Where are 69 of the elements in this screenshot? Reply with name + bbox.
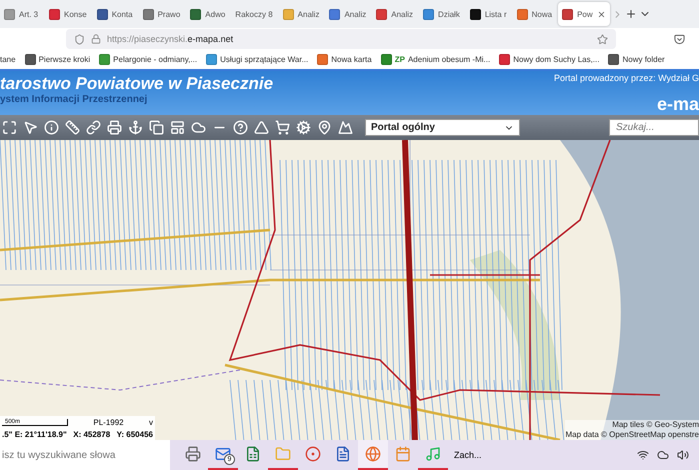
browser-tab[interactable]: Prawo [138,2,184,26]
bookmark[interactable]: tane [0,55,16,64]
attribution-text: Map data © OpenStreetMap openstre [565,430,699,440]
weather-widget[interactable]: Zach... [454,450,482,460]
browser-tab[interactable]: Analiz [325,2,370,26]
browser-tab[interactable]: Pow [558,2,610,26]
browser-tab[interactable]: Nowa [512,2,556,26]
bookmark[interactable]: Usługi sprzątające War... [206,54,308,65]
pocket-icon[interactable] [674,34,685,44]
taskbar-search-field[interactable]: isz tu wyszukiwane słowa [0,440,170,470]
close-icon[interactable] [596,10,606,18]
bookmark[interactable]: Nowy folder [608,54,665,65]
volume-icon [677,449,689,461]
plus-icon[interactable] [624,8,637,20]
star-icon[interactable] [597,34,608,44]
document-icon [335,446,351,462]
bookmark[interactable]: Pelargonie - odmiany,... [99,54,198,65]
pointer-icon[interactable] [23,120,38,135]
spreadsheet-icon [245,446,261,462]
browser-tab[interactable]: Analiz [278,2,324,26]
mail-icon [215,446,231,462]
portal-subtitle: ystem Informacji Przestrzennej [0,94,148,105]
coordinate-text: .5" E: 21°11'18.9" [2,430,67,438]
copy-icon[interactable] [149,120,164,135]
operator-text: Portal prowadzony przez: Wydział G [554,73,699,83]
cart-icon[interactable] [275,120,290,135]
mountain-icon[interactable] [338,120,353,135]
address-field[interactable]: https://piaseczynski.e-mapa.net [66,29,616,49]
printer-icon[interactable] [107,120,122,135]
browser-tab[interactable]: Rakoczy 8 [231,2,277,26]
bookmark[interactable]: Nowy dom Suchy Las,... [499,54,600,65]
crs-dropdown[interactable]: v [149,418,153,426]
browser-tab[interactable]: Konta [92,2,137,26]
coordinate-text: X: 452878 [73,430,110,438]
bookmark[interactable]: ZP Adenium obesum -Mi... [380,54,490,65]
cloud-icon [657,449,669,461]
music-icon [425,446,441,462]
ruler-icon[interactable] [65,120,80,135]
info-icon[interactable] [44,120,59,135]
browser-tab[interactable]: Adwo [186,2,230,26]
portal-title: tarostwo Powiatowe w Piasecznie [0,73,274,94]
lock-icon [91,34,101,44]
map-pin-icon[interactable] [317,120,332,135]
cloud-icon[interactable] [191,120,206,135]
browser-tab[interactable]: Lista r [466,2,511,26]
anchor-icon[interactable] [128,120,143,135]
portal-select[interactable]: Portal ogólny [365,119,520,136]
globe-icon [365,446,381,462]
attribution-text: Map tiles © Geo-System [611,420,699,430]
browser-tab[interactable]: Art. 3 [0,2,43,26]
browser-tab[interactable]: Analiz [372,2,418,26]
help-icon[interactable] [233,120,248,135]
folder-icon [275,446,291,462]
taskbar-app[interactable] [358,440,388,470]
brand-text: e-ma [656,94,699,115]
calendar-icon [395,446,411,462]
layout-icon[interactable] [170,120,185,135]
printer-icon [185,446,201,462]
crs-label: PL-1992 [93,418,124,426]
bookmark[interactable]: Pierwsze kroki [24,54,90,65]
search-field[interactable]: Szukaj... [609,119,699,136]
shield-icon [74,34,85,44]
browser-tab[interactable]: Działk [419,2,464,26]
coordinate-text: Y: 650456 [116,430,153,438]
link-icon[interactable] [86,120,101,135]
triangle-icon[interactable] [254,120,269,135]
extent-icon[interactable] [2,120,17,135]
bookmark[interactable]: Nowa karta [317,54,372,65]
browser-tab[interactable]: Konse [45,2,91,26]
